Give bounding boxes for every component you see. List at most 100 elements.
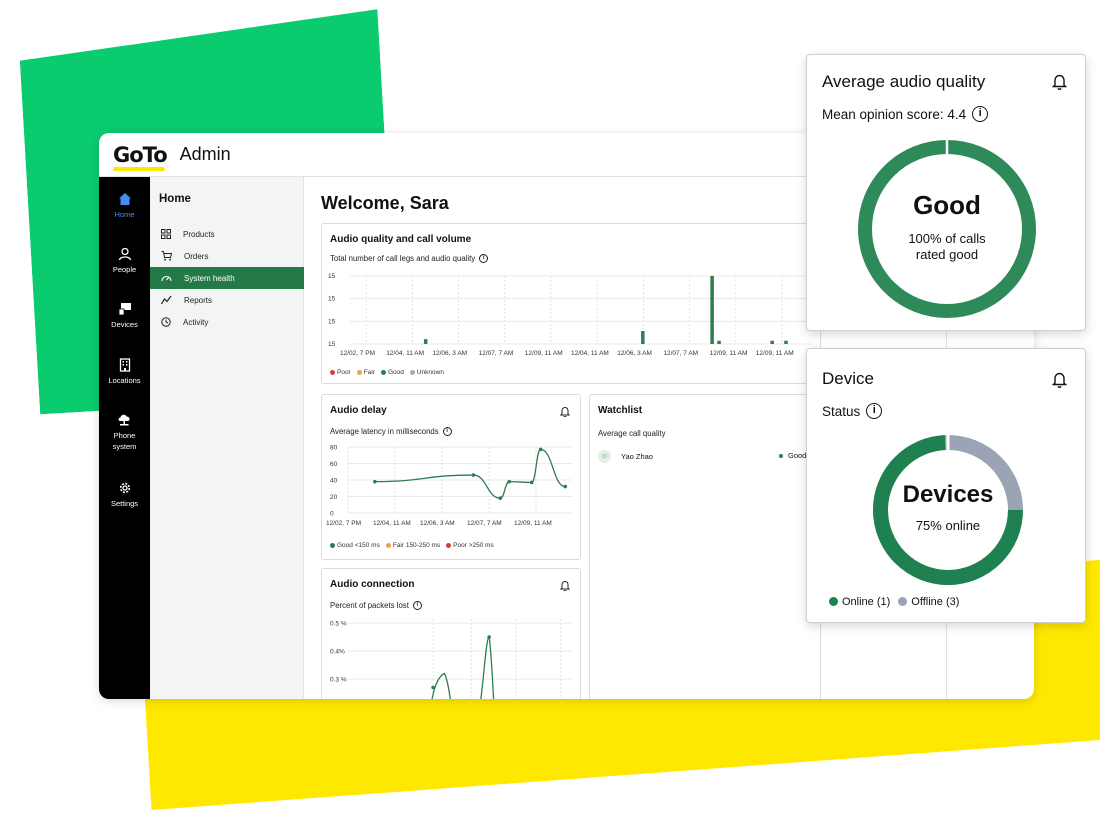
average-audio-quality-popup: Average audio quality Mean opinion score… <box>806 54 1086 331</box>
x-tick-label: 12/06, 3 AM <box>420 520 455 527</box>
rail-item-devices[interactable]: Devices <box>99 302 150 330</box>
trend-icon <box>161 295 172 305</box>
bar <box>641 331 645 344</box>
rail-item-phone-system[interactable]: Phone system <box>99 413 150 452</box>
donut-center: Devices 75% online <box>873 481 1023 533</box>
device-popup: Device Status i Devices 75% online Onlin… <box>806 348 1086 623</box>
x-tick-label: 12/09, 11 AM <box>710 350 748 357</box>
info-icon[interactable]: i <box>972 106 989 122</box>
bell-icon[interactable] <box>560 406 570 417</box>
bar <box>717 340 721 344</box>
legend-item-unknown: Unknown <box>409 369 444 376</box>
gear-icon <box>119 482 130 494</box>
info-icon[interactable]: i <box>442 427 452 436</box>
device-legend: Online (1) Offline (3) <box>829 596 959 608</box>
audio-connection-card: Audio connection Percent of packets lost… <box>321 568 581 699</box>
bar <box>770 340 774 344</box>
goto-logo[interactable]: GoTo <box>113 143 168 171</box>
sub-navigation: Home Products Orders System health Repor… <box>150 177 304 699</box>
y-tick-label: 60 <box>330 461 338 468</box>
legend-item-good: Good <box>380 369 404 376</box>
cart-icon <box>161 251 172 261</box>
card-subtitle: Total number of call legs and audio qual… <box>330 254 489 263</box>
info-icon[interactable]: i <box>479 254 489 263</box>
watchlist-card: Watchlist Average call quality ☺ Yao Zha… <box>589 394 821 699</box>
data-point <box>431 685 435 690</box>
y-tick-label: 0.5 % <box>330 621 347 628</box>
bell-icon[interactable] <box>1052 371 1067 388</box>
phone-system-icon <box>118 414 130 426</box>
x-tick-label: 12/04, 11 AM <box>571 350 609 357</box>
rail-item-people[interactable]: People <box>99 247 150 275</box>
popup-title: Average audio quality <box>822 72 986 91</box>
gauge-icon <box>161 275 172 282</box>
icon-rail: Home People Devices Locations Phone syst… <box>99 177 150 699</box>
y-tick-label: 0.3 % <box>330 677 347 684</box>
subnav-item-orders[interactable]: Orders <box>150 245 304 267</box>
watchlist-row[interactable]: ☺ Yao Zhao Good <box>598 449 818 463</box>
bar <box>423 339 428 344</box>
subnav-item-system-health[interactable]: System health <box>150 267 304 289</box>
y-tick-label: 80 <box>330 445 338 452</box>
info-icon[interactable]: i <box>866 403 883 419</box>
x-tick-label: 12/07, 7 AM <box>479 350 514 357</box>
subnav-item-products[interactable]: Products <box>150 223 304 245</box>
y-tick-label: 15 <box>328 296 336 303</box>
card-subtitle: Percent of packets lost i <box>330 601 422 610</box>
rail-item-settings[interactable]: Settings <box>99 481 150 509</box>
subnav-item-reports[interactable]: Reports <box>150 289 304 311</box>
legend-item-fair: Fair <box>356 369 375 376</box>
donut-center-sub-1: 100% of calls <box>908 231 986 246</box>
x-tick-label: 12/06, 3 AM <box>617 350 652 357</box>
popup-title: Device <box>822 369 874 388</box>
donut-center: Good 100% of calls rated good <box>858 190 1036 263</box>
building-icon <box>119 358 130 372</box>
x-tick-label: 12/06, 3 AM <box>432 350 467 357</box>
popup-subtitle: Status i <box>822 403 883 419</box>
rail-item-locations[interactable]: Locations <box>99 358 150 386</box>
x-tick-label: 12/02, 7 PM <box>326 520 361 527</box>
legend-item-poor: Poor <box>330 369 351 376</box>
y-tick-label: 20 <box>330 494 338 501</box>
devices-icon <box>118 303 131 316</box>
x-tick-label: 12/04, 11 AM <box>373 520 411 527</box>
history-icon <box>161 317 171 327</box>
subnav-title: Home <box>159 193 191 205</box>
x-tick-label: 12/02, 7 PM <box>340 350 375 357</box>
x-tick-label: 12/09, 11 AM <box>525 350 563 357</box>
audio-connection-chart: 0.5 % 0.4% 0.3 % <box>330 619 572 699</box>
bell-icon[interactable] <box>560 580 570 591</box>
x-tick-label: 12/07, 7 AM <box>663 350 698 357</box>
card-title: Audio connection <box>330 579 415 590</box>
legend-item-poor: Poor >250 ms <box>446 542 494 549</box>
legend-item-good: Good <150 ms <box>330 542 380 549</box>
avatar: ☺ <box>598 449 611 463</box>
x-tick-label: 12/07, 7 AM <box>467 520 502 527</box>
rail-item-home[interactable]: Home <box>99 192 150 220</box>
y-tick-label: 0.4% <box>330 649 345 656</box>
welcome-heading: Welcome, Sara <box>321 193 449 213</box>
series-line <box>431 636 495 699</box>
y-tick-label: 0 <box>330 511 334 518</box>
data-point <box>373 479 377 484</box>
info-icon[interactable]: i <box>412 601 422 610</box>
donut-center-label: Good <box>913 190 981 220</box>
data-point <box>507 479 512 484</box>
data-point <box>538 447 543 452</box>
y-tick-label: 15 <box>328 318 336 325</box>
bar <box>784 340 788 344</box>
y-tick-label: 40 <box>330 478 338 485</box>
card-title: Watchlist <box>598 405 643 416</box>
data-point <box>563 484 568 489</box>
app-name: Admin <box>179 144 231 164</box>
data-point <box>498 496 503 500</box>
bell-icon[interactable] <box>1052 73 1067 90</box>
home-icon <box>118 193 131 205</box>
card-subtitle: Average latency in milliseconds i <box>330 427 452 436</box>
audio-quality-chart: 15 15 15 15 12/02, 7 PM 12/04, 11 AM 12/06, 3 … <box>328 273 812 357</box>
series-line <box>374 448 566 499</box>
subnav-item-activity[interactable]: Activity <box>150 311 304 333</box>
audio-quality-card: Audio quality and call volume Total numb… <box>321 223 821 384</box>
y-tick-label: 15 <box>328 273 336 280</box>
chart-legend: Poor Fair Good Unknown <box>330 369 444 376</box>
